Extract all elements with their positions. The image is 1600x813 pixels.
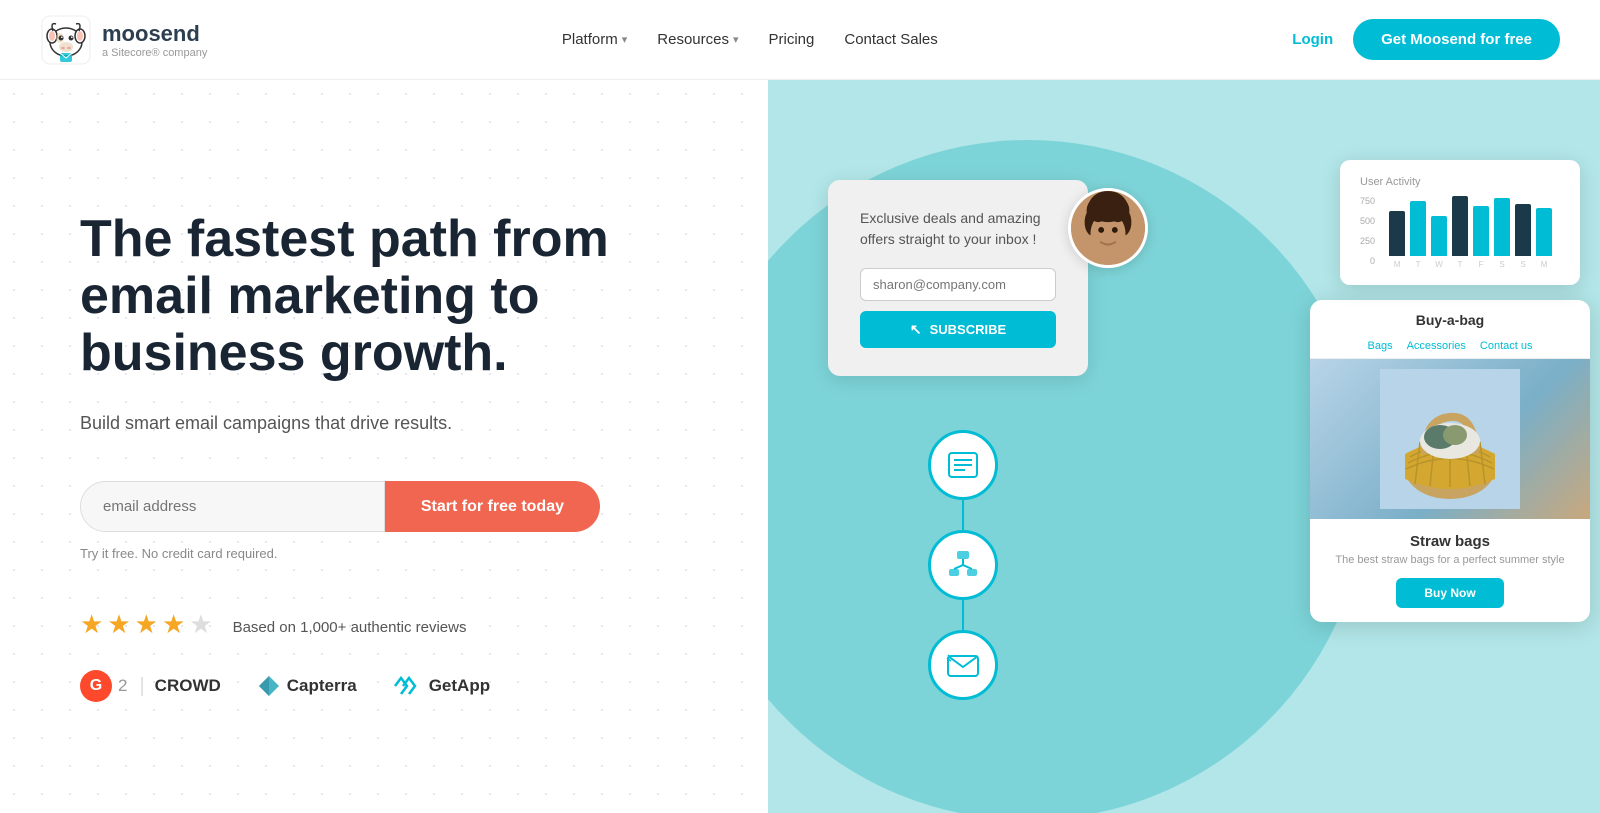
basket-image (1380, 369, 1520, 509)
buy-now-button[interactable]: Buy Now (1396, 578, 1503, 608)
nav-contact[interactable]: Contact Sales (844, 31, 937, 48)
bar-5 (1473, 206, 1489, 256)
avatar-image (1071, 191, 1145, 265)
hero-disclaimer: Try it free. No credit card required. (80, 546, 708, 561)
ecommerce-card: Buy-a-bag Bags Accessories Contact us (1310, 300, 1590, 622)
product-name: Straw bags (1324, 533, 1576, 550)
navbar: moosend a Sitecore® company Platform ▾ R… (0, 0, 1600, 80)
bar-6 (1494, 198, 1510, 256)
hero-form: Start for free today (80, 481, 600, 532)
pipe-circle-3 (928, 630, 998, 700)
eco-nav-accessories[interactable]: Accessories (1407, 340, 1466, 352)
activity-title: User Activity (1360, 176, 1560, 188)
pipe-circle-2 (928, 530, 998, 600)
activity-chart (1389, 196, 1552, 256)
star-rating: ★ ★ ★ ★ ★ (80, 609, 213, 640)
cursor-icon: ↖ (910, 321, 922, 338)
ecommerce-title: Buy-a-bag (1324, 312, 1576, 328)
bar-1 (1389, 211, 1405, 256)
resources-chevron: ▾ (733, 33, 739, 46)
product-image (1310, 359, 1590, 519)
bar-3 (1431, 216, 1447, 256)
review-logos: G 2 | CROWD Capterra (80, 670, 708, 702)
start-free-button[interactable]: Start for free today (385, 481, 600, 532)
activity-card: User Activity 7505002500 (1340, 160, 1580, 285)
bar-2 (1410, 201, 1426, 256)
getapp-icon (393, 676, 423, 696)
reviews-text: Based on 1,000+ authentic reviews (233, 619, 467, 636)
capterra-logo: Capterra (257, 674, 357, 698)
g2-crowd-logo: G 2 | CROWD (80, 670, 221, 702)
workflow-icon (945, 547, 981, 583)
g2-icon: G (80, 670, 112, 702)
nav-resources[interactable]: Resources ▾ (657, 31, 738, 48)
star-5: ★ (189, 609, 212, 640)
platform-chevron: ▾ (622, 33, 628, 46)
bar-4 (1452, 196, 1468, 256)
subscribe-button[interactable]: ↖ SUBSCRIBE (860, 311, 1056, 348)
star-1: ★ (80, 609, 103, 640)
star-4: ★ (162, 609, 185, 640)
bar-7 (1515, 204, 1531, 256)
star-2: ★ (107, 609, 130, 640)
g2-text: CROWD (155, 676, 221, 696)
eco-nav-contact[interactable]: Contact us (1480, 340, 1533, 352)
hero-right: Exclusive deals and amazing offers strai… (768, 80, 1600, 813)
nav-pricing[interactable]: Pricing (769, 31, 815, 48)
logo[interactable]: moosend a Sitecore® company (40, 14, 207, 66)
ecommerce-nav: Bags Accessories Contact us (1310, 334, 1590, 359)
subscribe-text: Exclusive deals and amazing offers strai… (860, 208, 1056, 250)
login-button[interactable]: Login (1292, 31, 1333, 48)
eco-nav-bags[interactable]: Bags (1368, 340, 1393, 352)
getapp-logo: GetApp (393, 676, 490, 696)
subscribe-card: Exclusive deals and amazing offers strai… (828, 180, 1088, 376)
email-input[interactable] (80, 481, 385, 532)
getapp-text: GetApp (429, 676, 490, 696)
logo-icon (40, 14, 92, 66)
user-avatar (1068, 188, 1148, 268)
hero-title: The fastest path from email marketing to… (80, 211, 708, 383)
hero-subtitle: Build smart email campaigns that drive r… (80, 410, 708, 437)
get-free-button[interactable]: Get Moosend for free (1353, 19, 1560, 60)
pipe-circle-1 (928, 430, 998, 500)
product-desc: The best straw bags for a perfect summer… (1324, 554, 1576, 566)
capterra-text: Capterra (287, 676, 357, 696)
subscribe-email-input[interactable] (860, 268, 1056, 301)
nav-cta-group: Login Get Moosend for free (1292, 19, 1560, 60)
hero-section: The fastest path from email marketing to… (0, 80, 1600, 813)
capterra-icon (257, 674, 281, 698)
email-icon (945, 647, 981, 683)
ecommerce-header: Buy-a-bag (1310, 300, 1590, 334)
nav-links: Platform ▾ Resources ▾ Pricing Contact S… (562, 31, 938, 48)
form-icon (945, 447, 981, 483)
hero-reviews: ★ ★ ★ ★ ★ Based on 1,000+ authentic revi… (80, 609, 708, 702)
logo-name: moosend (102, 21, 207, 47)
star-3: ★ (135, 609, 158, 640)
logo-subtitle: a Sitecore® company (102, 47, 207, 59)
nav-platform[interactable]: Platform ▾ (562, 31, 627, 48)
pipeline-diagram (928, 430, 998, 730)
bar-8 (1536, 208, 1552, 256)
ecommerce-body: Straw bags The best straw bags for a per… (1310, 519, 1590, 622)
hero-left: The fastest path from email marketing to… (0, 80, 768, 813)
